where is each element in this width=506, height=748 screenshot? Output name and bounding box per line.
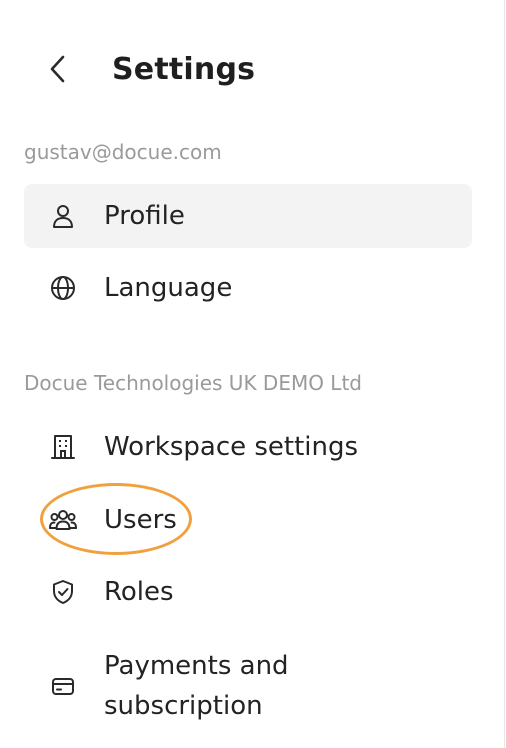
sidebar-item-roles[interactable]: Roles bbox=[24, 560, 472, 624]
sidebar-item-profile[interactable]: Profile bbox=[24, 184, 472, 248]
sidebar-item-label: Profile bbox=[104, 201, 185, 231]
sidebar-item-label: Payments and subscription bbox=[104, 651, 289, 721]
sidebar-item-label: Roles bbox=[104, 577, 174, 607]
page-title: Settings bbox=[112, 51, 256, 87]
sidebar-divider bbox=[504, 0, 505, 748]
user-icon bbox=[48, 201, 78, 231]
sidebar-item-users[interactable]: Users bbox=[24, 488, 472, 552]
sidebar-item-label: Language bbox=[104, 273, 233, 303]
settings-sidebar: Settings gustav@docue.com Profile Langua… bbox=[0, 0, 506, 748]
sidebar-item-payments[interactable]: Payments and subscription bbox=[24, 641, 472, 731]
credit-card-icon bbox=[48, 671, 78, 701]
workspace-name: Docue Technologies UK DEMO Ltd bbox=[24, 371, 362, 395]
sidebar-item-label: Workspace settings bbox=[104, 432, 359, 462]
sidebar-item-language[interactable]: Language bbox=[24, 256, 472, 320]
account-email: gustav@docue.com bbox=[24, 140, 222, 164]
sidebar-item-workspace-settings[interactable]: Workspace settings bbox=[24, 415, 472, 479]
users-icon bbox=[48, 505, 78, 535]
shield-check-icon bbox=[48, 577, 78, 607]
building-icon bbox=[48, 432, 78, 462]
back-button[interactable] bbox=[48, 47, 84, 91]
settings-header: Settings bbox=[48, 44, 255, 94]
sidebar-item-label: Users bbox=[104, 505, 177, 535]
chevron-left-icon bbox=[48, 54, 68, 84]
globe-icon bbox=[48, 273, 78, 303]
